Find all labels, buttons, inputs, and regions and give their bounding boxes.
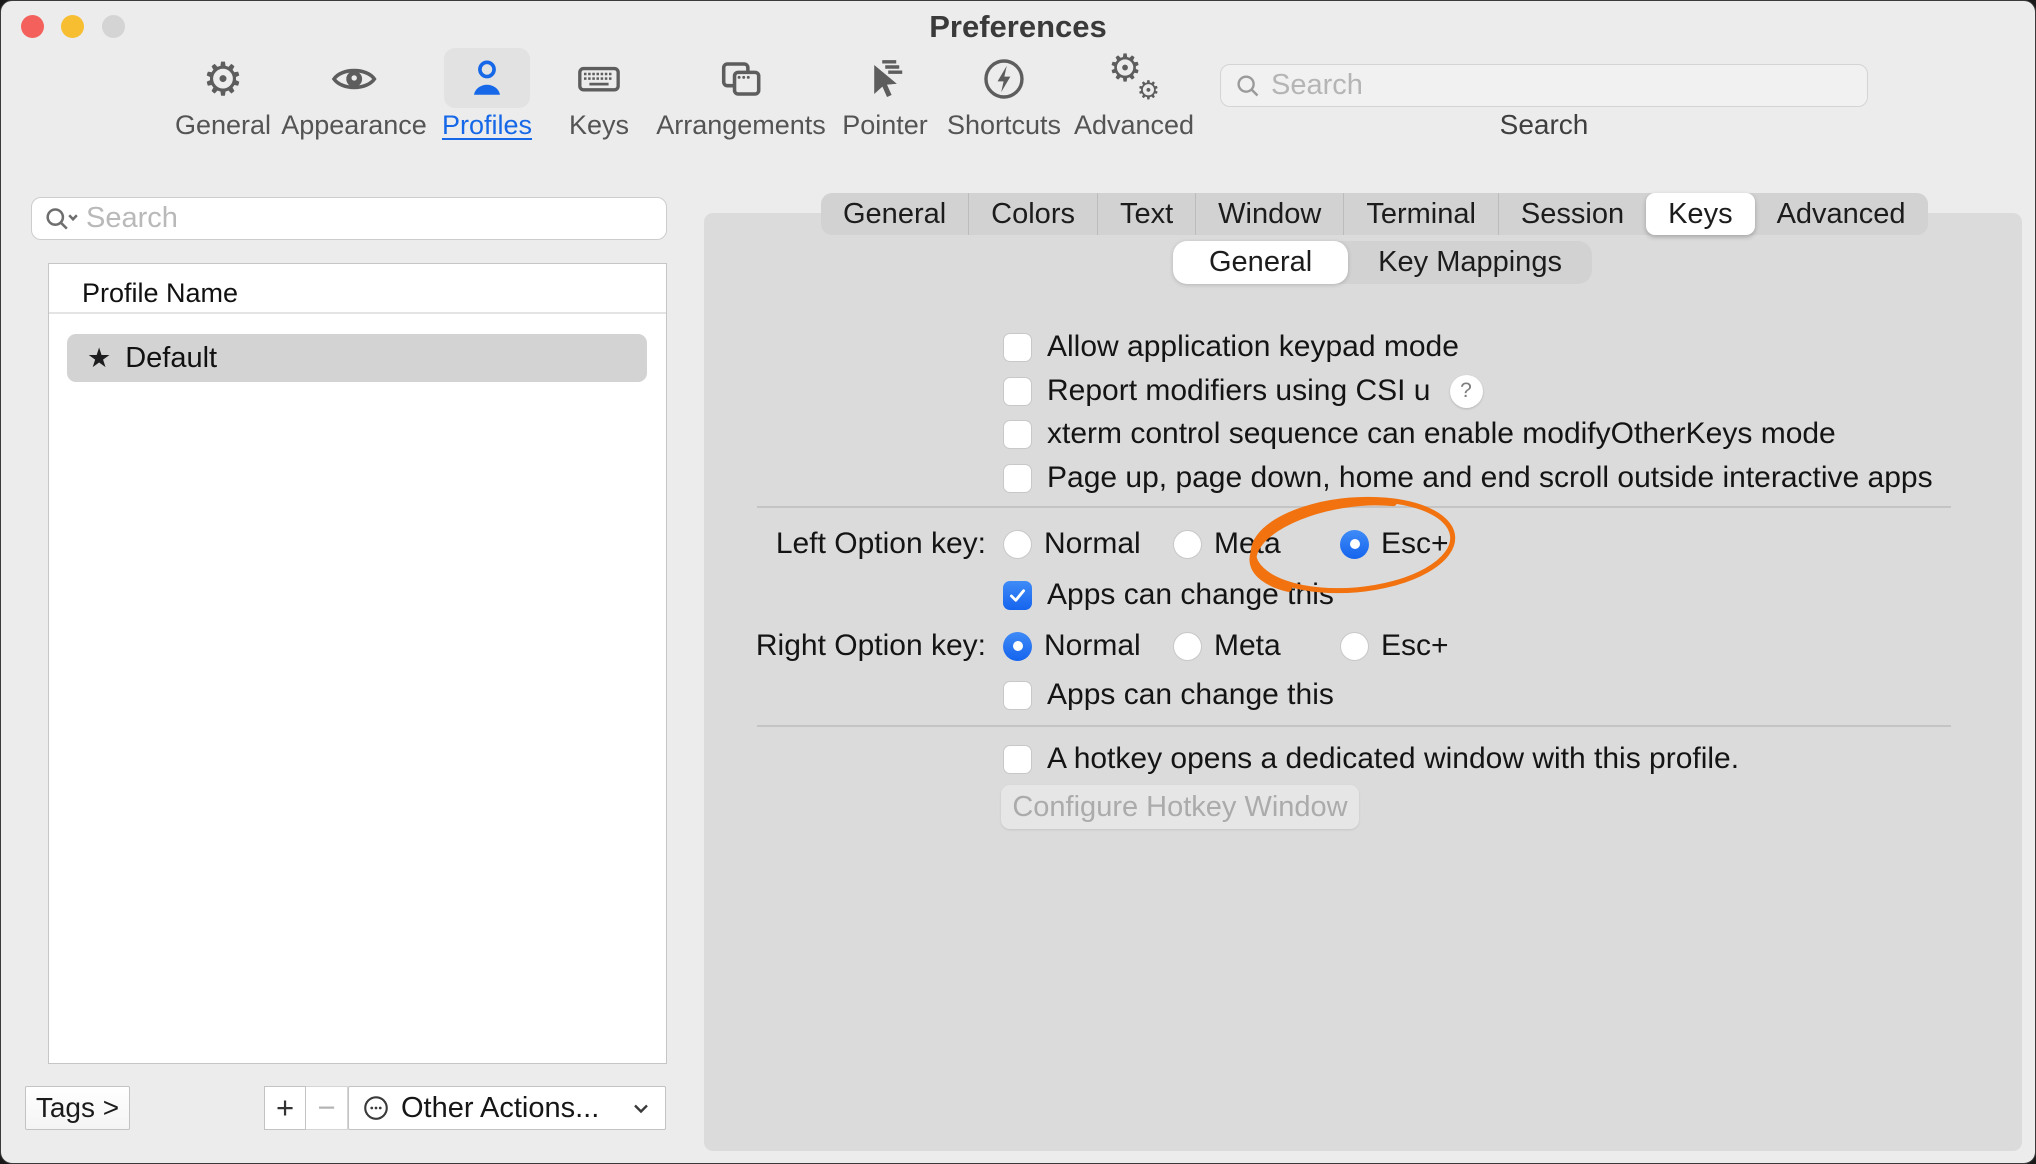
toolbar-search-caption: Search — [1220, 109, 1868, 141]
chevron-down-icon — [629, 1096, 653, 1120]
checkbox-row-csi-u: Report modifiers using CSI u ? — [1003, 374, 1483, 408]
left-option-key-label: Left Option key: — [701, 527, 986, 561]
profile-row-default[interactable]: ★ Default — [67, 334, 647, 382]
right-option-key-label: Right Option key: — [701, 629, 986, 663]
remove-profile-button[interactable]: − — [306, 1086, 348, 1130]
checkbox-row-keypad: Allow application keypad mode — [1003, 330, 1459, 364]
eye-icon — [328, 51, 380, 106]
circle-ellipsis-icon — [361, 1093, 391, 1123]
star-icon: ★ — [87, 343, 111, 374]
right-option-esc[interactable]: Esc+ — [1340, 629, 1449, 663]
keypad-checkbox[interactable] — [1003, 333, 1032, 362]
toolbar-item-arrangements[interactable]: Arrangements — [656, 51, 826, 141]
right-option-meta[interactable]: Meta — [1173, 629, 1323, 663]
toolbar-search-input[interactable] — [1271, 69, 1855, 102]
toolbar-item-advanced[interactable]: ⚙ ⚙ Advanced — [1074, 51, 1194, 141]
profile-name: Default — [125, 342, 217, 375]
toolbar-item-pointer[interactable]: Pointer — [842, 51, 928, 141]
search-menu-icon[interactable] — [42, 203, 80, 235]
right-esc-radio[interactable] — [1340, 632, 1369, 661]
checkbox-row-modifyotherkeys: xterm control sequence can enable modify… — [1003, 417, 1836, 451]
left-meta-radio[interactable] — [1173, 530, 1202, 559]
tab-terminal[interactable]: Terminal — [1343, 193, 1498, 235]
configure-hotkey-window-button[interactable]: Configure Hotkey Window — [1001, 785, 1359, 829]
tags-button[interactable]: Tags > — [25, 1086, 130, 1130]
toolbar-item-appearance[interactable]: Appearance — [281, 51, 427, 141]
other-actions-dropdown[interactable]: Other Actions... — [348, 1086, 666, 1130]
tab-keys[interactable]: Keys — [1646, 193, 1754, 235]
left-apps-change-checkbox[interactable] — [1003, 581, 1032, 610]
add-remove-group: + − — [264, 1086, 348, 1130]
hotkey-checkbox[interactable] — [1003, 745, 1032, 774]
right-option-key-row: Right Option key: Normal Meta Esc+ — [701, 629, 1449, 663]
tab-advanced[interactable]: Advanced — [1755, 193, 1928, 235]
profile-list-header: Profile Name — [82, 278, 238, 309]
keys-subtab-bar: General Key Mappings — [1173, 241, 1592, 284]
keyboard-icon — [573, 51, 625, 106]
left-option-key-row: Left Option key: Normal Meta Esc+ — [701, 527, 1449, 561]
gear-icon: ⚙ — [197, 51, 249, 106]
lightning-icon — [978, 51, 1030, 106]
add-profile-button[interactable]: + — [264, 1086, 306, 1130]
hotkey-row: A hotkey opens a dedicated window with t… — [1003, 742, 1739, 776]
subtab-key-mappings[interactable]: Key Mappings — [1348, 241, 1592, 284]
left-option-normal[interactable]: Normal — [1003, 527, 1156, 561]
other-actions-label: Other Actions... — [401, 1092, 619, 1125]
toolbar-search-field[interactable] — [1220, 64, 1868, 107]
right-option-normal[interactable]: Normal — [1003, 629, 1156, 663]
toolbar-item-shortcuts[interactable]: Shortcuts — [947, 51, 1061, 141]
windows-icon — [715, 51, 767, 106]
csi-u-checkbox[interactable] — [1003, 377, 1032, 406]
cursor-icon — [859, 51, 911, 106]
profile-tab-bar: General Colors Text Window Terminal Sess… — [821, 193, 1928, 235]
tab-text[interactable]: Text — [1097, 193, 1195, 235]
help-button[interactable]: ? — [1450, 375, 1483, 408]
profile-list: Profile Name ★ Default — [48, 263, 667, 1064]
window-title: Preferences — [1, 9, 2035, 45]
search-icon — [1233, 71, 1263, 101]
subtab-general[interactable]: General — [1173, 241, 1348, 284]
person-icon — [461, 51, 513, 106]
tab-colors[interactable]: Colors — [968, 193, 1097, 235]
right-meta-radio[interactable] — [1173, 632, 1202, 661]
right-apps-change-row: Apps can change this — [1003, 678, 1334, 712]
toolbar-item-keys[interactable]: Keys — [569, 51, 629, 141]
toolbar-item-general[interactable]: ⚙ General — [175, 51, 271, 141]
profile-search-input[interactable] — [86, 202, 656, 235]
list-header-divider — [49, 312, 666, 314]
left-apps-change-row: Apps can change this — [1003, 578, 1334, 612]
divider — [757, 506, 1951, 508]
divider — [757, 725, 1951, 727]
modifyotherkeys-checkbox[interactable] — [1003, 420, 1032, 449]
gears-icon: ⚙ ⚙ — [1108, 51, 1160, 106]
tab-session[interactable]: Session — [1498, 193, 1646, 235]
left-esc-radio[interactable] — [1340, 530, 1369, 559]
page-scroll-checkbox[interactable] — [1003, 464, 1032, 493]
toolbar-item-profiles[interactable]: Profiles — [442, 51, 532, 141]
profile-search-field[interactable] — [31, 197, 667, 240]
checkbox-row-page-scroll: Page up, page down, home and end scroll … — [1003, 461, 1933, 495]
right-normal-radio[interactable] — [1003, 632, 1032, 661]
tab-general[interactable]: General — [821, 193, 968, 235]
preferences-window: Preferences ⚙ General Appearance Profile… — [0, 0, 2036, 1164]
left-normal-radio[interactable] — [1003, 530, 1032, 559]
left-option-esc[interactable]: Esc+ — [1340, 527, 1449, 561]
right-apps-change-checkbox[interactable] — [1003, 681, 1032, 710]
left-option-meta[interactable]: Meta — [1173, 527, 1323, 561]
tab-window[interactable]: Window — [1195, 193, 1343, 235]
